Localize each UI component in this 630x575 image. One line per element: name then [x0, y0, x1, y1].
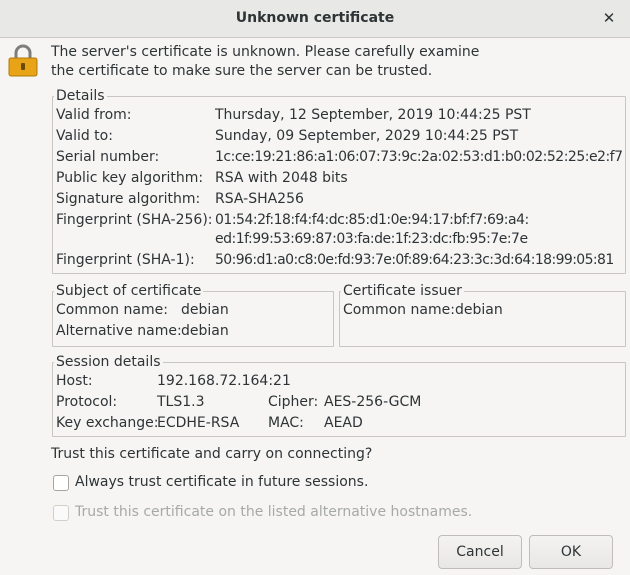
sha256-label: Fingerprint (SHA-256):: [56, 212, 213, 228]
trust-alt-hosts-label: Trust this certificate on the listed alt…: [75, 504, 473, 520]
kex-value: ECDHE-RSA: [157, 415, 240, 431]
trust-alt-hosts-checkbox: [53, 505, 69, 521]
sha256-value-line2: ed:1f:99:53:69:87:03:fa:de:1f:23:dc:fb:9…: [215, 231, 528, 247]
details-legend: Details: [54, 88, 107, 105]
mac-label: MAC:: [268, 415, 304, 431]
trust-question: Trust this certificate and carry on conn…: [51, 446, 373, 462]
host-label: Host:: [56, 373, 93, 389]
warning-line-2: the certificate to make sure the server …: [51, 63, 433, 79]
valid-from-value: Thursday, 12 September, 2019 10:44:25 PS…: [215, 107, 531, 123]
cipher-value: AES-256-GCM: [324, 394, 422, 410]
pubkey-label: Public key algorithm:: [56, 170, 204, 186]
subject-common-name-value: debian: [181, 302, 229, 318]
always-trust-label[interactable]: Always trust certificate in future sessi…: [75, 474, 368, 491]
title-bar: Unknown certificate ✕: [0, 0, 630, 38]
protocol-label: Protocol:: [56, 394, 118, 410]
subject-alt-name-value: debian: [181, 323, 229, 339]
sha1-label: Fingerprint (SHA-1):: [56, 252, 195, 268]
subject-alt-name-label: Alternative name:: [56, 323, 182, 339]
valid-to-value: Sunday, 09 September, 2029 10:44:25 PST: [215, 128, 519, 144]
sha1-value: 50:96:d1:a0:c8:0e:fd:93:7e:0f:89:64:23:3…: [215, 252, 614, 268]
serial-value: 1c:ce:19:21:86:a1:06:07:73:9c:2a:02:53:d…: [215, 149, 623, 165]
issuer-common-name-value: debian: [455, 302, 503, 318]
warning-message: The server's certificate is unknown. Ple…: [51, 43, 479, 81]
issuer-common-name-label: Common name:: [343, 302, 455, 318]
pubkey-value: RSA with 2048 bits: [215, 170, 348, 186]
host-value: 192.168.72.164:21: [157, 373, 291, 389]
sigalg-label: Signature algorithm:: [56, 191, 201, 207]
always-trust-checkbox[interactable]: [53, 475, 69, 491]
lock-icon: [8, 44, 38, 77]
valid-to-label: Valid to:: [56, 128, 113, 144]
ok-button[interactable]: OK: [529, 535, 613, 569]
subject-legend: Subject of certificate: [54, 283, 204, 300]
subject-common-name-label: Common name:: [56, 302, 168, 318]
sha256-value-line1: 01:54:2f:18:f4:f4:dc:85:d1:0e:94:17:bf:f…: [215, 212, 529, 228]
valid-from-label: Valid from:: [56, 107, 132, 123]
kex-label: Key exchange:: [56, 415, 159, 431]
window-title: Unknown certificate: [235, 10, 395, 26]
close-icon[interactable]: ✕: [600, 9, 618, 27]
cancel-button[interactable]: Cancel: [438, 535, 522, 569]
sigalg-value: RSA-SHA256: [215, 191, 304, 207]
warning-line-1: The server's certificate is unknown. Ple…: [51, 44, 480, 60]
protocol-value: TLS1.3: [157, 394, 205, 410]
serial-label: Serial number:: [56, 149, 160, 165]
mac-value: AEAD: [324, 415, 363, 431]
cipher-label: Cipher:: [268, 394, 319, 410]
issuer-legend: Certificate issuer: [341, 283, 464, 300]
session-legend: Session details: [54, 354, 163, 371]
